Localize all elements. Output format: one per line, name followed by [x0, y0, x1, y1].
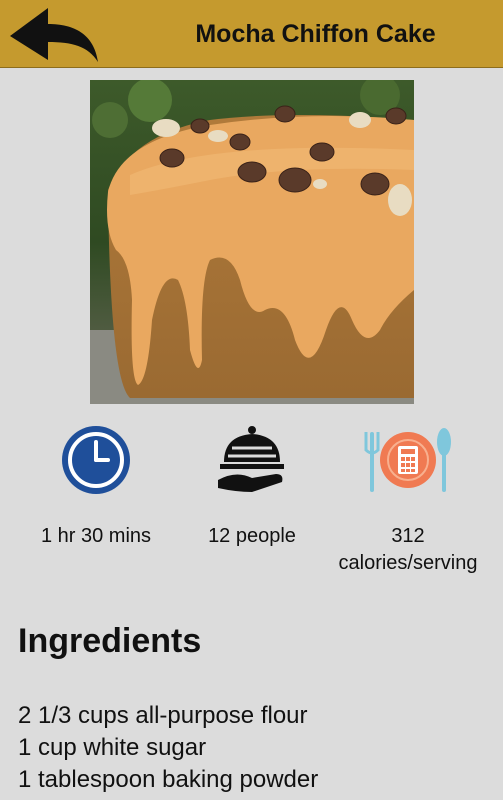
calories-value: 312	[391, 525, 425, 547]
back-arrow-icon	[10, 8, 98, 62]
cook-time-stat: 1 hr 30 mins	[12, 420, 180, 590]
recipe-photo	[90, 80, 414, 404]
calories-stat: 312 calories/serving	[324, 420, 492, 590]
page-title: Mocha Chiffon Cake	[195, 19, 436, 48]
app-header: Mocha Chiffon Cake	[0, 0, 503, 68]
ingredients-list: 2 1/3 cups all-purpose flour 1 cup white…	[18, 700, 493, 796]
ingredients-heading: Ingredients	[18, 622, 202, 660]
clock-icon	[62, 426, 130, 494]
calories-label: 312 calories/serving	[324, 523, 492, 577]
cook-time-label: 1 hr 30 mins	[40, 525, 152, 547]
calculator-plate-icon	[364, 428, 451, 492]
ingredient-item: 1 cup white sugar	[18, 734, 207, 761]
recipe-stats: 1 hr 30 mins 12 people 312 calories/serv…	[0, 420, 503, 590]
ingredient-item: 2 1/3 cups all-purpose flour	[18, 702, 308, 729]
servings-label: 12 people	[208, 525, 296, 547]
back-button[interactable]	[8, 6, 102, 64]
calories-unit: calories/serving	[338, 552, 478, 574]
ingredient-item: 1 tablespoon baking powder	[18, 766, 319, 793]
servings-stat: 12 people	[168, 420, 336, 590]
serving-cloche-icon	[218, 426, 284, 492]
